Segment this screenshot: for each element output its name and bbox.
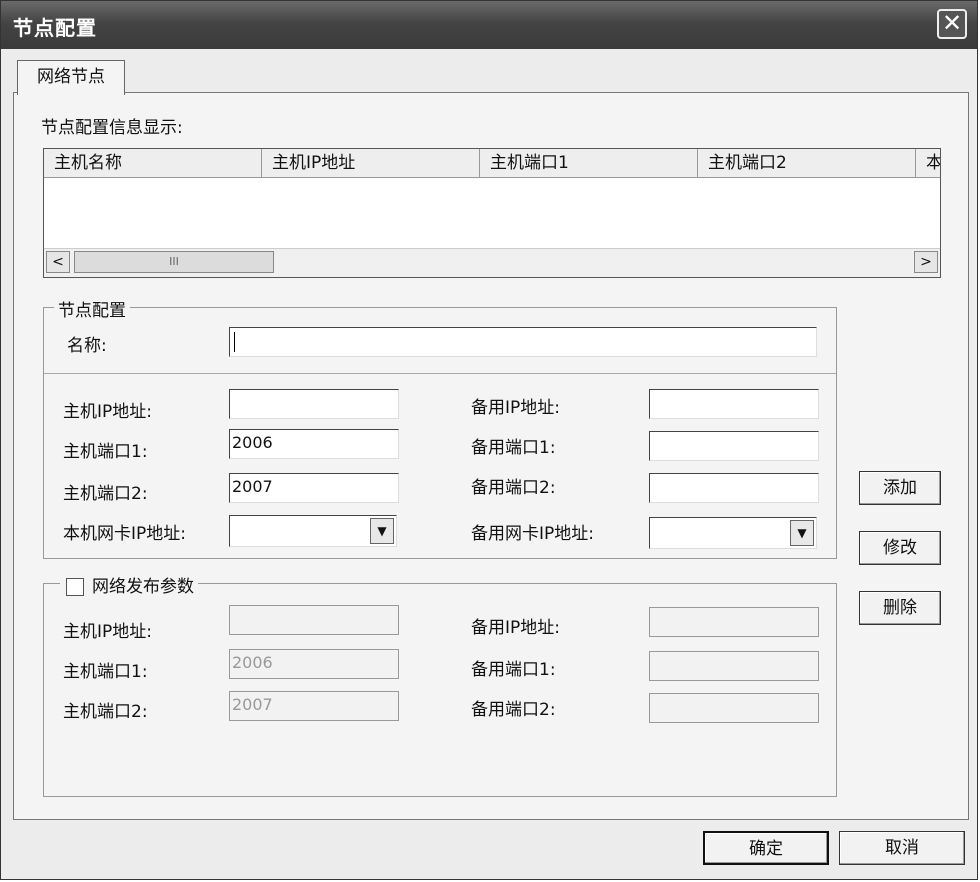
info-display-label: 节点配置信息显示: (41, 118, 183, 138)
publish-backup-port1-input[interactable] (649, 651, 819, 681)
tab-network-node[interactable]: 网络节点 (17, 60, 125, 95)
scroll-thumb[interactable]: III (74, 251, 274, 273)
add-button[interactable]: 添加 (859, 471, 941, 505)
publish-host-port2-label: 主机端口2: (63, 702, 148, 722)
title-bar[interactable]: 节点配置 ✕ (1, 1, 977, 49)
close-icon[interactable]: ✕ (937, 9, 967, 39)
cancel-button[interactable]: 取消 (839, 831, 965, 865)
host-ip-label: 主机IP地址: (63, 402, 152, 422)
host-port1-label: 主机端口1: (63, 442, 148, 462)
name-input[interactable] (229, 327, 817, 357)
group-divider (44, 373, 836, 374)
backup-port1-label: 备用端口1: (471, 438, 556, 458)
backup-nic-label: 备用网卡IP地址: (471, 524, 594, 544)
delete-button[interactable]: 删除 (859, 591, 941, 625)
chevron-down-icon[interactable]: ▼ (370, 518, 394, 544)
host-port1-input[interactable]: 2006 (229, 429, 399, 459)
publish-backup-port2-label: 备用端口2: (471, 700, 556, 720)
column-partial[interactable]: 本 (916, 149, 940, 177)
backup-port2-input[interactable] (649, 473, 819, 503)
node-config-group-title: 节点配置 (54, 296, 130, 321)
local-nic-label: 本机网卡IP地址: (63, 524, 186, 544)
local-nic-select[interactable]: ▼ (229, 515, 397, 547)
scroll-right-icon[interactable]: > (914, 251, 938, 273)
publish-backup-port2-input[interactable] (649, 693, 819, 723)
ok-button[interactable]: 确定 (703, 831, 829, 865)
publish-backup-ip-label: 备用IP地址: (471, 618, 560, 638)
publish-host-port2-input[interactable]: 2007 (229, 691, 399, 721)
publish-host-ip-input[interactable] (229, 605, 399, 635)
chevron-down-icon[interactable]: ▼ (790, 520, 814, 546)
node-list[interactable]: 主机名称 主机IP地址 主机端口1 主机端口2 本 < III > (43, 148, 941, 278)
backup-port2-label: 备用端口2: (471, 478, 556, 498)
dialog-window: 节点配置 ✕ 网络节点 节点配置信息显示: 主机名称 主机IP地址 主机端口1 … (0, 0, 978, 880)
list-header: 主机名称 主机IP地址 主机端口1 主机端口2 本 (44, 149, 940, 178)
column-host-ip[interactable]: 主机IP地址 (262, 149, 480, 177)
host-port2-input[interactable]: 2007 (229, 473, 399, 503)
modify-button[interactable]: 修改 (859, 531, 941, 565)
window-title: 节点配置 (13, 16, 97, 40)
text-caret (234, 331, 235, 352)
backup-port1-input[interactable] (649, 431, 819, 461)
column-host-port1[interactable]: 主机端口1 (480, 149, 698, 177)
backup-ip-label: 备用IP地址: (471, 398, 560, 418)
column-host-port2[interactable]: 主机端口2 (698, 149, 916, 177)
publish-backup-ip-input[interactable] (649, 607, 819, 637)
backup-ip-input[interactable] (649, 389, 819, 419)
publish-host-port1-input[interactable]: 2006 (229, 649, 399, 679)
publish-group-title: 网络发布参数 (92, 577, 194, 597)
column-host-name[interactable]: 主机名称 (44, 149, 262, 177)
publish-host-port1-label: 主机端口1: (63, 662, 148, 682)
host-ip-input[interactable] (229, 389, 399, 419)
name-label: 名称: (67, 336, 107, 356)
publish-backup-port1-label: 备用端口1: (471, 660, 556, 680)
publish-group-header: 网络发布参数 (60, 572, 198, 597)
publish-checkbox[interactable] (66, 578, 84, 596)
publish-host-ip-label: 主机IP地址: (63, 622, 152, 642)
horizontal-scrollbar[interactable]: < III > (44, 248, 940, 277)
scroll-left-icon[interactable]: < (46, 251, 70, 273)
backup-nic-select[interactable]: ▼ (649, 517, 817, 549)
host-port2-label: 主机端口2: (63, 484, 148, 504)
